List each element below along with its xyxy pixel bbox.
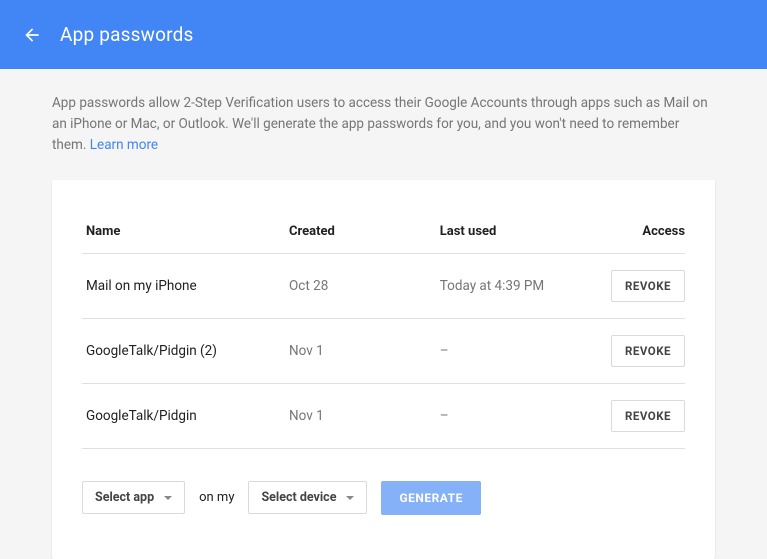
revoke-button[interactable]: REVOKE	[611, 270, 685, 302]
actions-row: Select app on my Select device GENERATE	[82, 481, 685, 515]
cell-created: Oct 28	[281, 253, 432, 318]
chevron-down-icon	[346, 496, 354, 500]
revoke-button[interactable]: REVOKE	[611, 400, 685, 432]
cell-name: GoogleTalk/Pidgin	[82, 383, 281, 448]
generate-button[interactable]: GENERATE	[381, 481, 480, 515]
col-header-last-used: Last used	[432, 212, 583, 254]
cell-created: Nov 1	[281, 318, 432, 383]
select-app-label: Select app	[95, 490, 154, 505]
revoke-button[interactable]: REVOKE	[611, 335, 685, 367]
col-header-created: Created	[281, 212, 432, 254]
select-device-dropdown[interactable]: Select device	[248, 481, 367, 514]
col-header-access: Access	[582, 212, 685, 254]
page-title: App passwords	[60, 23, 194, 46]
select-device-label: Select device	[261, 490, 336, 505]
back-arrow-icon[interactable]	[20, 23, 44, 47]
cell-name: Mail on my iPhone	[82, 253, 281, 318]
chevron-down-icon	[164, 496, 172, 500]
col-header-name: Name	[82, 212, 281, 254]
on-my-text: on my	[199, 490, 234, 505]
table-row: GoogleTalk/Pidgin (2) Nov 1 – REVOKE	[82, 318, 685, 383]
learn-more-link[interactable]: Learn more	[90, 137, 158, 153]
cell-name: GoogleTalk/Pidgin (2)	[82, 318, 281, 383]
cell-last-used: Today at 4:39 PM	[432, 253, 583, 318]
table-row: Mail on my iPhone Oct 28 Today at 4:39 P…	[82, 253, 685, 318]
cell-last-used: –	[432, 318, 583, 383]
passwords-card: Name Created Last used Access Mail on my…	[52, 180, 715, 559]
cell-last-used: –	[432, 383, 583, 448]
passwords-table: Name Created Last used Access Mail on my…	[82, 212, 685, 449]
page-header: App passwords	[0, 0, 767, 69]
content-area: App passwords allow 2-Step Verification …	[0, 69, 767, 559]
table-row: GoogleTalk/Pidgin Nov 1 – REVOKE	[82, 383, 685, 448]
cell-created: Nov 1	[281, 383, 432, 448]
select-app-dropdown[interactable]: Select app	[82, 481, 185, 514]
description: App passwords allow 2-Step Verification …	[52, 93, 715, 156]
